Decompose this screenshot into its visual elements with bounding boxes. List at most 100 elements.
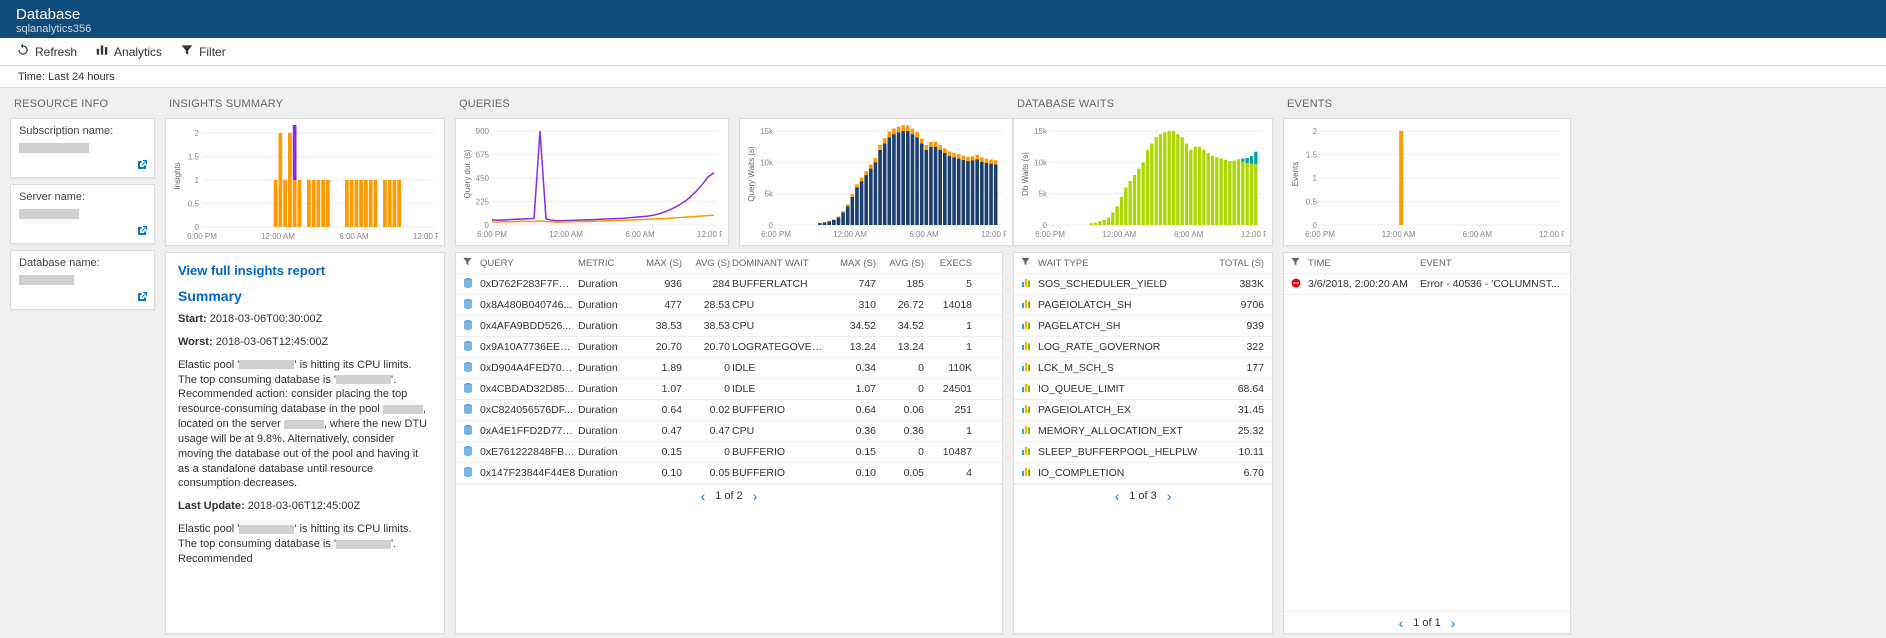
page-subtitle: sqlanalytics356 bbox=[16, 23, 1870, 35]
events-pager: ‹ 1 of 1 › bbox=[1284, 611, 1570, 633]
svg-text:5k: 5k bbox=[765, 190, 774, 199]
time-filter-bar[interactable]: Time: Last 24 hours bbox=[0, 66, 1886, 88]
server-value-redacted bbox=[19, 209, 79, 219]
pager-prev-button[interactable]: ‹ bbox=[1115, 488, 1120, 504]
filter-icon[interactable] bbox=[462, 256, 478, 270]
svg-text:6:00 AM: 6:00 AM bbox=[625, 230, 655, 239]
table-row[interactable]: 0xA4E1FFD2D77C...Duration0.470.47CPU0.36… bbox=[456, 421, 1002, 442]
svg-text:12:00 AM: 12:00 AM bbox=[833, 230, 867, 239]
wait-icon bbox=[1020, 361, 1036, 376]
table-row[interactable]: 0x147F23844F44E8Duration0.100.05BUFFERIO… bbox=[456, 463, 1002, 484]
pager-prev-button[interactable]: ‹ bbox=[1399, 615, 1404, 631]
table-row[interactable]: SLEEP_BUFFERPOOL_HELPLW10.11 bbox=[1014, 442, 1272, 463]
events-chart-card: 00.511.526:00 PM12:00 AM6:00 AM12:00 PME… bbox=[1283, 118, 1571, 246]
pager-prev-button[interactable]: ‹ bbox=[701, 488, 706, 504]
insights-chart[interactable]: 00.511.526:00 PM12:00 AM6:00 AM12:00 PMI… bbox=[172, 125, 438, 241]
svg-text:Query Waits (s): Query Waits (s) bbox=[747, 146, 756, 202]
cell-metric: Duration bbox=[578, 425, 634, 437]
svg-text:Insights: Insights bbox=[173, 162, 182, 190]
database-icon bbox=[462, 340, 478, 355]
summary-start: Start: 2018-03-06T00:30:00Z bbox=[178, 312, 432, 327]
database-popout-button[interactable] bbox=[134, 289, 150, 305]
refresh-button[interactable]: Refresh bbox=[16, 43, 77, 60]
table-row[interactable]: PAGEIOLATCH_EX31.45 bbox=[1014, 400, 1272, 421]
table-row[interactable]: 0xE761222848FB8DDuration0.150BUFFERIO0.1… bbox=[456, 442, 1002, 463]
svg-text:12:00 AM: 12:00 AM bbox=[549, 230, 583, 239]
table-row[interactable]: MEMORY_ALLOCATION_EXT25.32 bbox=[1014, 421, 1272, 442]
filter-icon[interactable] bbox=[1290, 256, 1306, 270]
events-chart[interactable]: 00.511.526:00 PM12:00 AM6:00 AM12:00 PME… bbox=[1290, 123, 1564, 239]
query-duration-chart[interactable]: 02254506759006:00 PM12:00 AM6:00 AM12:00… bbox=[462, 123, 722, 239]
svg-text:0: 0 bbox=[1043, 221, 1048, 230]
cell-wmax: 34.52 bbox=[830, 320, 876, 332]
cell-max: 20.70 bbox=[636, 341, 682, 353]
table-row[interactable]: LOG_RATE_GOVERNOR322 bbox=[1014, 337, 1272, 358]
filter-button[interactable]: Filter bbox=[180, 43, 226, 60]
database-value-redacted bbox=[19, 275, 74, 285]
table-row[interactable]: SOS_SCHEDULER_YIELD383K bbox=[1014, 274, 1272, 295]
cell-execs: 251 bbox=[926, 404, 972, 416]
pager-next-button[interactable]: › bbox=[1451, 615, 1456, 631]
col-execs[interactable]: EXECS bbox=[926, 258, 972, 269]
db-waits-chart[interactable]: 05k10k15k6:00 PM12:00 AM6:00 AM12:00 PMD… bbox=[1020, 123, 1266, 239]
table-row[interactable]: 3/6/2018, 2:00:20 AMError - 40536 - 'COL… bbox=[1284, 274, 1570, 295]
svg-text:900: 900 bbox=[476, 127, 490, 136]
svg-text:1.5: 1.5 bbox=[188, 153, 200, 162]
waits-title: DATABASE WAITS bbox=[1013, 96, 1273, 112]
cell-metric: Duration bbox=[578, 299, 634, 311]
table-row[interactable]: 0x4AFA9BDD526...Duration38.5338.53CPU34.… bbox=[456, 316, 1002, 337]
cell-wait-type: LCK_M_SCH_S bbox=[1038, 362, 1208, 374]
table-row[interactable]: 0x9A10A7736EED...Duration20.7020.70LOGRA… bbox=[456, 337, 1002, 358]
cell-wait: BUFFERIO bbox=[732, 467, 828, 479]
cell-execs: 14018 bbox=[926, 299, 972, 311]
pager-text: 1 of 2 bbox=[715, 490, 743, 502]
table-row[interactable]: PAGELATCH_SH939 bbox=[1014, 316, 1272, 337]
analytics-label: Analytics bbox=[114, 45, 162, 59]
table-row[interactable]: LCK_M_SCH_S177 bbox=[1014, 358, 1272, 379]
svg-text:675: 675 bbox=[476, 151, 490, 160]
cell-wait-type: PAGEIOLATCH_SH bbox=[1038, 299, 1208, 311]
table-row[interactable]: 0x4CBDAD32D85...Duration1.070IDLE1.07024… bbox=[456, 379, 1002, 400]
col-wait[interactable]: DOMINANT WAIT bbox=[732, 258, 828, 269]
table-row[interactable]: 0xC824056576DF...Duration0.640.02BUFFERI… bbox=[456, 400, 1002, 421]
table-row[interactable]: PAGEIOLATCH_SH9706 bbox=[1014, 295, 1272, 316]
subscription-popout-button[interactable] bbox=[134, 157, 150, 173]
col-time[interactable]: TIME bbox=[1308, 258, 1418, 269]
table-row[interactable]: IO_COMPLETION6.70 bbox=[1014, 463, 1272, 484]
cell-total: 6.70 bbox=[1210, 467, 1264, 479]
database-icon bbox=[462, 466, 478, 481]
svg-text:12:00 PM: 12:00 PM bbox=[697, 230, 722, 239]
table-row[interactable]: 0x8A480B040746...Duration47728.53CPU3102… bbox=[456, 295, 1002, 316]
filter-icon[interactable] bbox=[1020, 256, 1036, 270]
col-wavg[interactable]: AVG (S) bbox=[878, 258, 924, 269]
col-wmax[interactable]: MAX (S) bbox=[830, 258, 876, 269]
pager-text: 1 of 3 bbox=[1129, 490, 1157, 502]
col-wait-type[interactable]: WAIT TYPE bbox=[1038, 258, 1208, 269]
col-metric[interactable]: METRIC bbox=[578, 258, 634, 269]
pager-next-button[interactable]: › bbox=[753, 488, 758, 504]
wait-icon bbox=[1020, 298, 1036, 313]
col-event[interactable]: EVENT bbox=[1420, 258, 1560, 269]
col-query[interactable]: QUERY bbox=[480, 258, 576, 269]
svg-text:0: 0 bbox=[1313, 221, 1318, 230]
table-row[interactable]: 0xD904A4FED700...Duration1.890IDLE0.3401… bbox=[456, 358, 1002, 379]
query-waits-chart[interactable]: 05k10k15k6:00 PM12:00 AM6:00 AM12:00 PMQ… bbox=[746, 123, 1006, 239]
waits-table-header: WAIT TYPE TOTAL (S) bbox=[1014, 253, 1272, 274]
cell-wavg: 13.24 bbox=[878, 341, 924, 353]
col-avg[interactable]: AVG (S) bbox=[684, 258, 730, 269]
cell-metric: Duration bbox=[578, 404, 634, 416]
pager-next-button[interactable]: › bbox=[1167, 488, 1172, 504]
cell-query: 0xD762F283F7FBF5 bbox=[480, 278, 576, 290]
table-row[interactable]: IO_QUEUE_LIMIT68.64 bbox=[1014, 379, 1272, 400]
query-waits-chart-card: 05k10k15k6:00 PM12:00 AM6:00 AM12:00 PMQ… bbox=[739, 118, 1013, 246]
svg-text:Events: Events bbox=[1291, 162, 1300, 186]
cell-wmax: 0.15 bbox=[830, 446, 876, 458]
server-popout-button[interactable] bbox=[134, 223, 150, 239]
table-row[interactable]: 0xD762F283F7FBF5Duration936284BUFFERLATC… bbox=[456, 274, 1002, 295]
view-full-report-link[interactable]: View full insights report bbox=[178, 263, 432, 278]
col-total[interactable]: TOTAL (S) bbox=[1210, 258, 1264, 269]
svg-text:12:00 PM: 12:00 PM bbox=[981, 230, 1006, 239]
col-max[interactable]: MAX (S) bbox=[636, 258, 682, 269]
analytics-button[interactable]: Analytics bbox=[95, 43, 162, 60]
wait-icon bbox=[1020, 382, 1036, 397]
